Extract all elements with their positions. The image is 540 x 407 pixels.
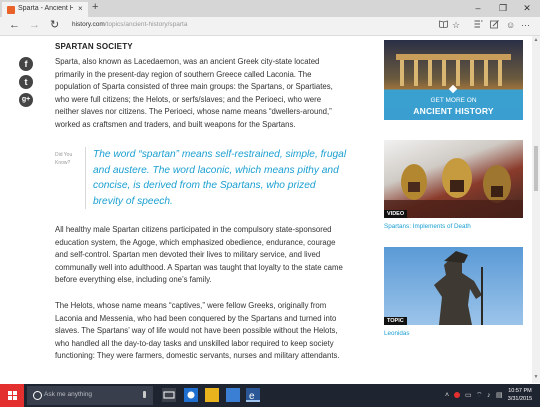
paragraph-3: The Helots, whose name means “captives,”… [55, 301, 340, 360]
volume-icon[interactable]: ♪ [487, 391, 491, 400]
address-bar-row: ← → ↻ history.com/topics/ancient-history… [0, 17, 540, 36]
scroll-thumb[interactable] [534, 146, 538, 191]
tab-title: Sparta - Ancient History... [18, 5, 73, 12]
ancient-history-ad[interactable]: GET MORE ON ANCIENT HISTORY [384, 40, 523, 120]
quote-divider [85, 147, 86, 209]
diamond-icon [448, 84, 458, 94]
cortana-search-box[interactable]: Ask me anything [27, 386, 153, 405]
hub-icon[interactable] [474, 20, 483, 31]
topic-badge: TOPIC [384, 317, 407, 325]
svg-text:e: e [249, 391, 255, 401]
minimize-button[interactable]: – [466, 1, 490, 16]
store-icon[interactable] [226, 388, 240, 402]
battery-icon[interactable]: ▭ [465, 391, 472, 400]
facebook-share-icon[interactable]: f [19, 57, 33, 71]
column [414, 60, 418, 86]
favorite-star-icon[interactable]: ☆ [452, 20, 460, 31]
windows-logo-icon [8, 391, 17, 400]
scroll-down-icon[interactable]: ▼ [532, 374, 540, 380]
microphone-icon[interactable] [143, 391, 146, 398]
scroll-up-icon[interactable]: ▲ [532, 37, 540, 43]
twitter-share-icon[interactable]: t [19, 75, 33, 89]
url-path: /topics/ancient-history/sparta [104, 21, 188, 28]
section-heading: SPARTAN SOCIETY [55, 42, 133, 51]
column [456, 60, 460, 86]
maximize-button[interactable]: ❐ [491, 1, 515, 16]
topic-caption-link[interactable]: Leonidas [384, 330, 410, 337]
network-icon[interactable]: ⌔ [476, 391, 483, 400]
show-hidden-icons[interactable]: ˄ [445, 391, 449, 400]
file-explorer-icon[interactable] [205, 388, 219, 402]
notification-icon[interactable]: ▤ [496, 391, 503, 400]
edge-active-icon[interactable]: e [246, 388, 260, 402]
refresh-button[interactable]: ↻ [50, 19, 59, 32]
tab-bar: Sparta - Ancient History... × + – ❐ ✕ [0, 0, 540, 17]
more-icon[interactable]: ⋯ [521, 20, 530, 31]
ad-line-2: ANCIENT HISTORY [413, 106, 494, 116]
url-field[interactable]: history.com/topics/ancient-history/spart… [72, 21, 187, 28]
column [498, 60, 502, 86]
taskbar: Ask me anything e ˄ ▭ ⌔ ♪ ▤ 10:57 PM 3/3… [0, 384, 540, 407]
close-window-button[interactable]: ✕ [515, 1, 539, 16]
ad-line-1: GET MORE ON [430, 97, 477, 104]
video-thumbnail[interactable]: VIDEO [384, 140, 523, 218]
system-clock[interactable]: 10:57 PM 3/31/2015 [503, 387, 537, 403]
video-caption-link[interactable]: Spartans: Implements of Death [384, 223, 471, 230]
did-you-know-label: Did You Know? [55, 152, 73, 166]
column [400, 60, 404, 86]
back-button[interactable]: ← [9, 19, 20, 32]
paragraph-2: All healthy male Spartan citizens partic… [55, 225, 343, 284]
new-tab-button[interactable]: + [92, 1, 98, 13]
paragraph-1: Sparta, also known as Lacedaemon, was an… [55, 57, 333, 129]
tab-sparta[interactable]: Sparta - Ancient History... × [2, 2, 88, 17]
column [428, 60, 432, 86]
history-favicon-icon [7, 6, 15, 14]
url-host: history.com [72, 21, 105, 28]
topic-thumbnail[interactable]: TOPIC [384, 247, 523, 325]
tab-close-icon[interactable]: × [78, 4, 83, 13]
start-button[interactable] [0, 384, 24, 407]
scrollbar[interactable]: ▲ ▼ [532, 36, 540, 383]
task-view-icon[interactable] [162, 388, 176, 402]
cortana-icon [33, 391, 42, 400]
clock-time: 10:57 PM [508, 388, 532, 394]
column [484, 60, 488, 86]
reading-view-icon[interactable] [439, 20, 448, 31]
pull-quote: The word “spartan” means self-restrained… [93, 149, 347, 207]
spartan-helmets-image [384, 158, 523, 218]
forward-button[interactable]: → [29, 19, 40, 32]
search-placeholder: Ask me anything [44, 391, 93, 398]
web-note-icon[interactable] [490, 20, 499, 32]
leonidas-statue-image [434, 251, 483, 325]
edge-pinned-icon[interactable] [184, 388, 198, 402]
column [442, 60, 446, 86]
column [470, 60, 474, 86]
video-badge: VIDEO [384, 210, 408, 218]
tray-app-icon[interactable] [454, 392, 460, 398]
clock-date: 3/31/2015 [507, 396, 533, 402]
google-plus-share-icon[interactable]: g+ [19, 93, 33, 107]
feedback-smiley-icon[interactable]: ☺ [506, 20, 515, 31]
